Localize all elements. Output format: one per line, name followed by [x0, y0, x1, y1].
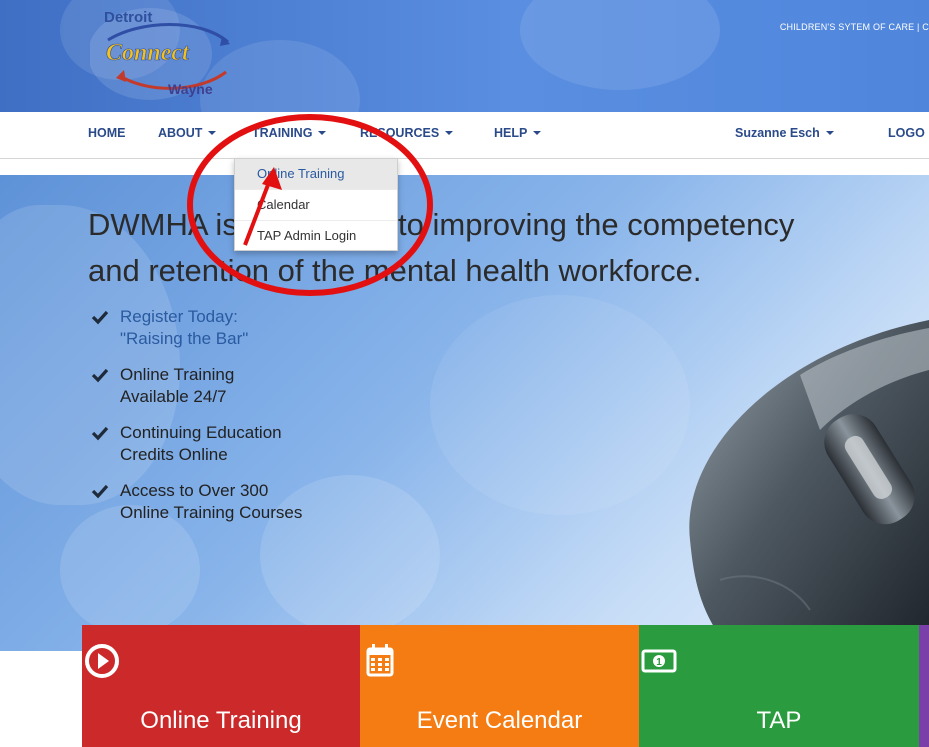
- bullet-line: Credits Online: [120, 445, 228, 464]
- bullet-line: Access to Over 300: [120, 481, 269, 500]
- nav-resources-label: RESOURCES: [360, 126, 440, 140]
- bullet-text: Online Training Available 24/7: [120, 364, 234, 408]
- checkmark-icon: [91, 484, 109, 499]
- nav-resources[interactable]: RESOURCES: [360, 126, 454, 140]
- bullet-line: Continuing Education: [120, 423, 282, 442]
- nav-logout-label: LOGO: [888, 126, 925, 140]
- main-nav: HOME ABOUT TRAINING RESOURCES HELP Suzan…: [0, 112, 929, 159]
- nav-home-label: HOME: [88, 126, 126, 140]
- logo-text-top: Detroit: [104, 9, 152, 26]
- site-header: Detroit Connect Wayne CHILDREN'S SYTEM O…: [0, 0, 929, 112]
- header-puzzle-shape: [520, 0, 720, 90]
- checkmark-icon: [91, 368, 109, 383]
- nav-logout[interactable]: LOGO: [888, 126, 925, 140]
- puzzle-shape: [430, 295, 690, 515]
- logo-text-bottom: Wayne: [168, 81, 213, 97]
- tile-partial[interactable]: [919, 625, 929, 747]
- menu-item-calendar[interactable]: Calendar: [235, 190, 397, 221]
- nav-training[interactable]: TRAINING: [252, 126, 327, 140]
- chevron-down-icon: [318, 131, 327, 135]
- nav-training-label: TRAINING: [252, 126, 313, 140]
- detroit-connect-wayne-logo[interactable]: Detroit Connect Wayne: [90, 2, 250, 106]
- bullet-text: Access to Over 300 Online Training Cours…: [120, 480, 302, 524]
- tile-label: Event Calendar: [416, 707, 583, 734]
- menu-item-online-training[interactable]: Online Training: [235, 159, 397, 190]
- tile-tap[interactable]: 1 TAP: [639, 625, 919, 747]
- chevron-down-icon: [825, 131, 834, 135]
- checkmark-icon: [91, 310, 109, 325]
- bullet-line: Online Training Courses: [120, 503, 303, 522]
- tile-label: Online Training: [140, 707, 302, 734]
- feature-tiles: Online Training Event Calendar 1 TAP: [82, 625, 929, 747]
- money-bill-icon: 1: [641, 649, 677, 673]
- chevron-down-icon: [445, 131, 454, 135]
- nav-home[interactable]: HOME: [88, 126, 126, 140]
- bullet-line: Available 24/7: [120, 387, 227, 406]
- bullet-text: Continuing Education Credits Online: [120, 422, 282, 466]
- svg-text:1: 1: [656, 657, 662, 668]
- nav-about-label: ABOUT: [158, 126, 203, 140]
- hero-bullet-list: Register Today: "Raising the Bar" Online…: [90, 306, 302, 538]
- nav-user-menu[interactable]: Suzanne Esch: [735, 126, 834, 140]
- bullet-line: Online Training: [120, 365, 235, 384]
- nav-about[interactable]: ABOUT: [158, 126, 217, 140]
- bullet-line: Register Today:: [120, 307, 238, 326]
- hero-headline-line2: and retention of the mental health workf…: [88, 253, 702, 288]
- calendar-icon: [366, 644, 394, 677]
- chevron-down-icon: [208, 131, 217, 135]
- bullet-item: Online Training Available 24/7: [90, 364, 302, 408]
- logo-text-main: Connect: [106, 40, 190, 66]
- bullet-item[interactable]: Register Today: "Raising the Bar": [90, 306, 302, 350]
- training-dropdown-menu: Online Training Calendar TAP Admin Login: [234, 158, 398, 251]
- register-today-link[interactable]: Register Today: "Raising the Bar": [120, 306, 248, 350]
- nav-user-name: Suzanne Esch: [735, 126, 820, 140]
- bullet-line: "Raising the Bar": [120, 329, 249, 348]
- nav-help[interactable]: HELP: [494, 126, 542, 140]
- hero-headline-line1: DWMHA is committed to improving the comp…: [88, 207, 795, 242]
- menu-item-tap-admin-login[interactable]: TAP Admin Login: [235, 221, 397, 251]
- bullet-item: Continuing Education Credits Online: [90, 422, 302, 466]
- bullet-item: Access to Over 300 Online Training Cours…: [90, 480, 302, 524]
- play-circle-icon: [85, 644, 119, 678]
- nav-help-label: HELP: [494, 126, 528, 140]
- tile-online-training[interactable]: Online Training: [82, 625, 360, 747]
- computer-mouse-image: [689, 320, 929, 660]
- checkmark-icon: [91, 426, 109, 441]
- tile-label: TAP: [756, 707, 802, 734]
- chevron-down-icon: [533, 131, 542, 135]
- hero-headline: DWMHA is committed to improving the comp…: [88, 202, 918, 294]
- tile-event-calendar[interactable]: Event Calendar: [360, 625, 639, 747]
- top-utility-links[interactable]: CHILDREN'S SYTEM OF CARE | C: [780, 22, 929, 32]
